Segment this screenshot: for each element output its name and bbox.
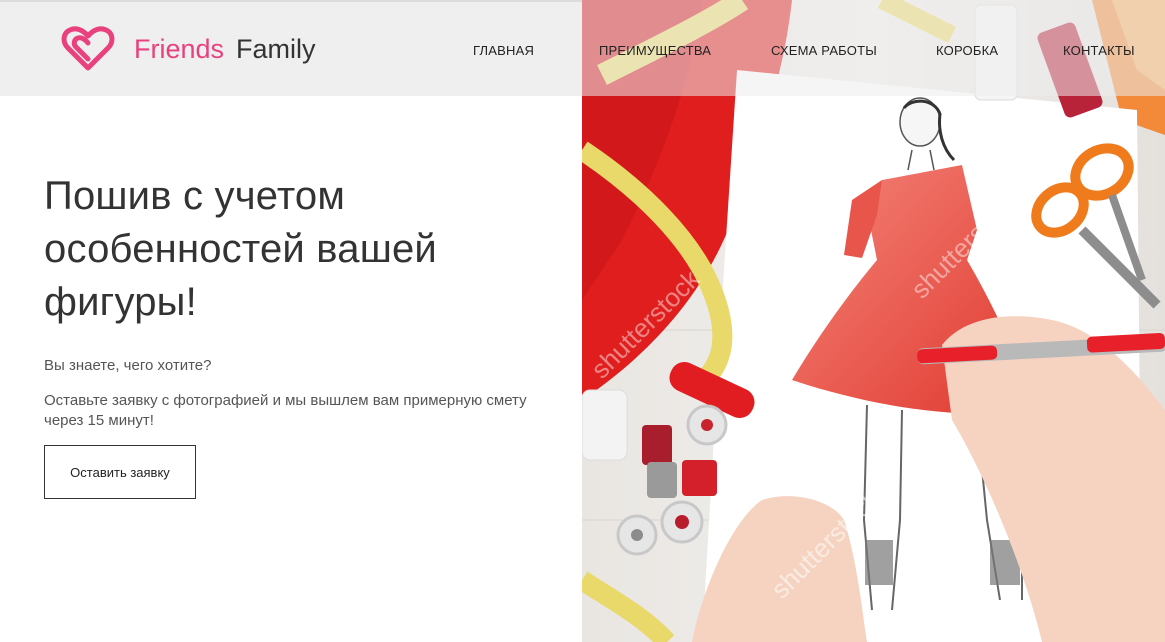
main-nav: ГЛАВНАЯ ПРЕИМУЩЕСТВА СХЕМА РАБОТЫ КОРОБК…: [0, 0, 1165, 100]
nav-item-advantages[interactable]: ПРЕИМУЩЕСТВА: [599, 43, 711, 58]
nav-item-contacts[interactable]: КОНТАКТЫ: [1063, 43, 1135, 58]
site-header: Friends Family ГЛАВНАЯ ПРЕИМУЩЕСТВА СХЕМА…: [0, 0, 1165, 96]
hero-description: Оставьте заявку с фотографией и мы вышле…: [44, 392, 527, 429]
nav-item-box[interactable]: КОРОБКА: [936, 43, 998, 58]
hero-question: Вы знаете, чего хотите?: [44, 357, 212, 374]
nav-item-workflow[interactable]: СХЕМА РАБОТЫ: [771, 43, 877, 58]
hero-title: Пошив с учетом особенностей вашей фигуры…: [44, 174, 437, 324]
nav-item-home[interactable]: ГЛАВНАЯ: [473, 43, 534, 58]
submit-request-button[interactable]: Оставить заявку: [44, 445, 196, 499]
